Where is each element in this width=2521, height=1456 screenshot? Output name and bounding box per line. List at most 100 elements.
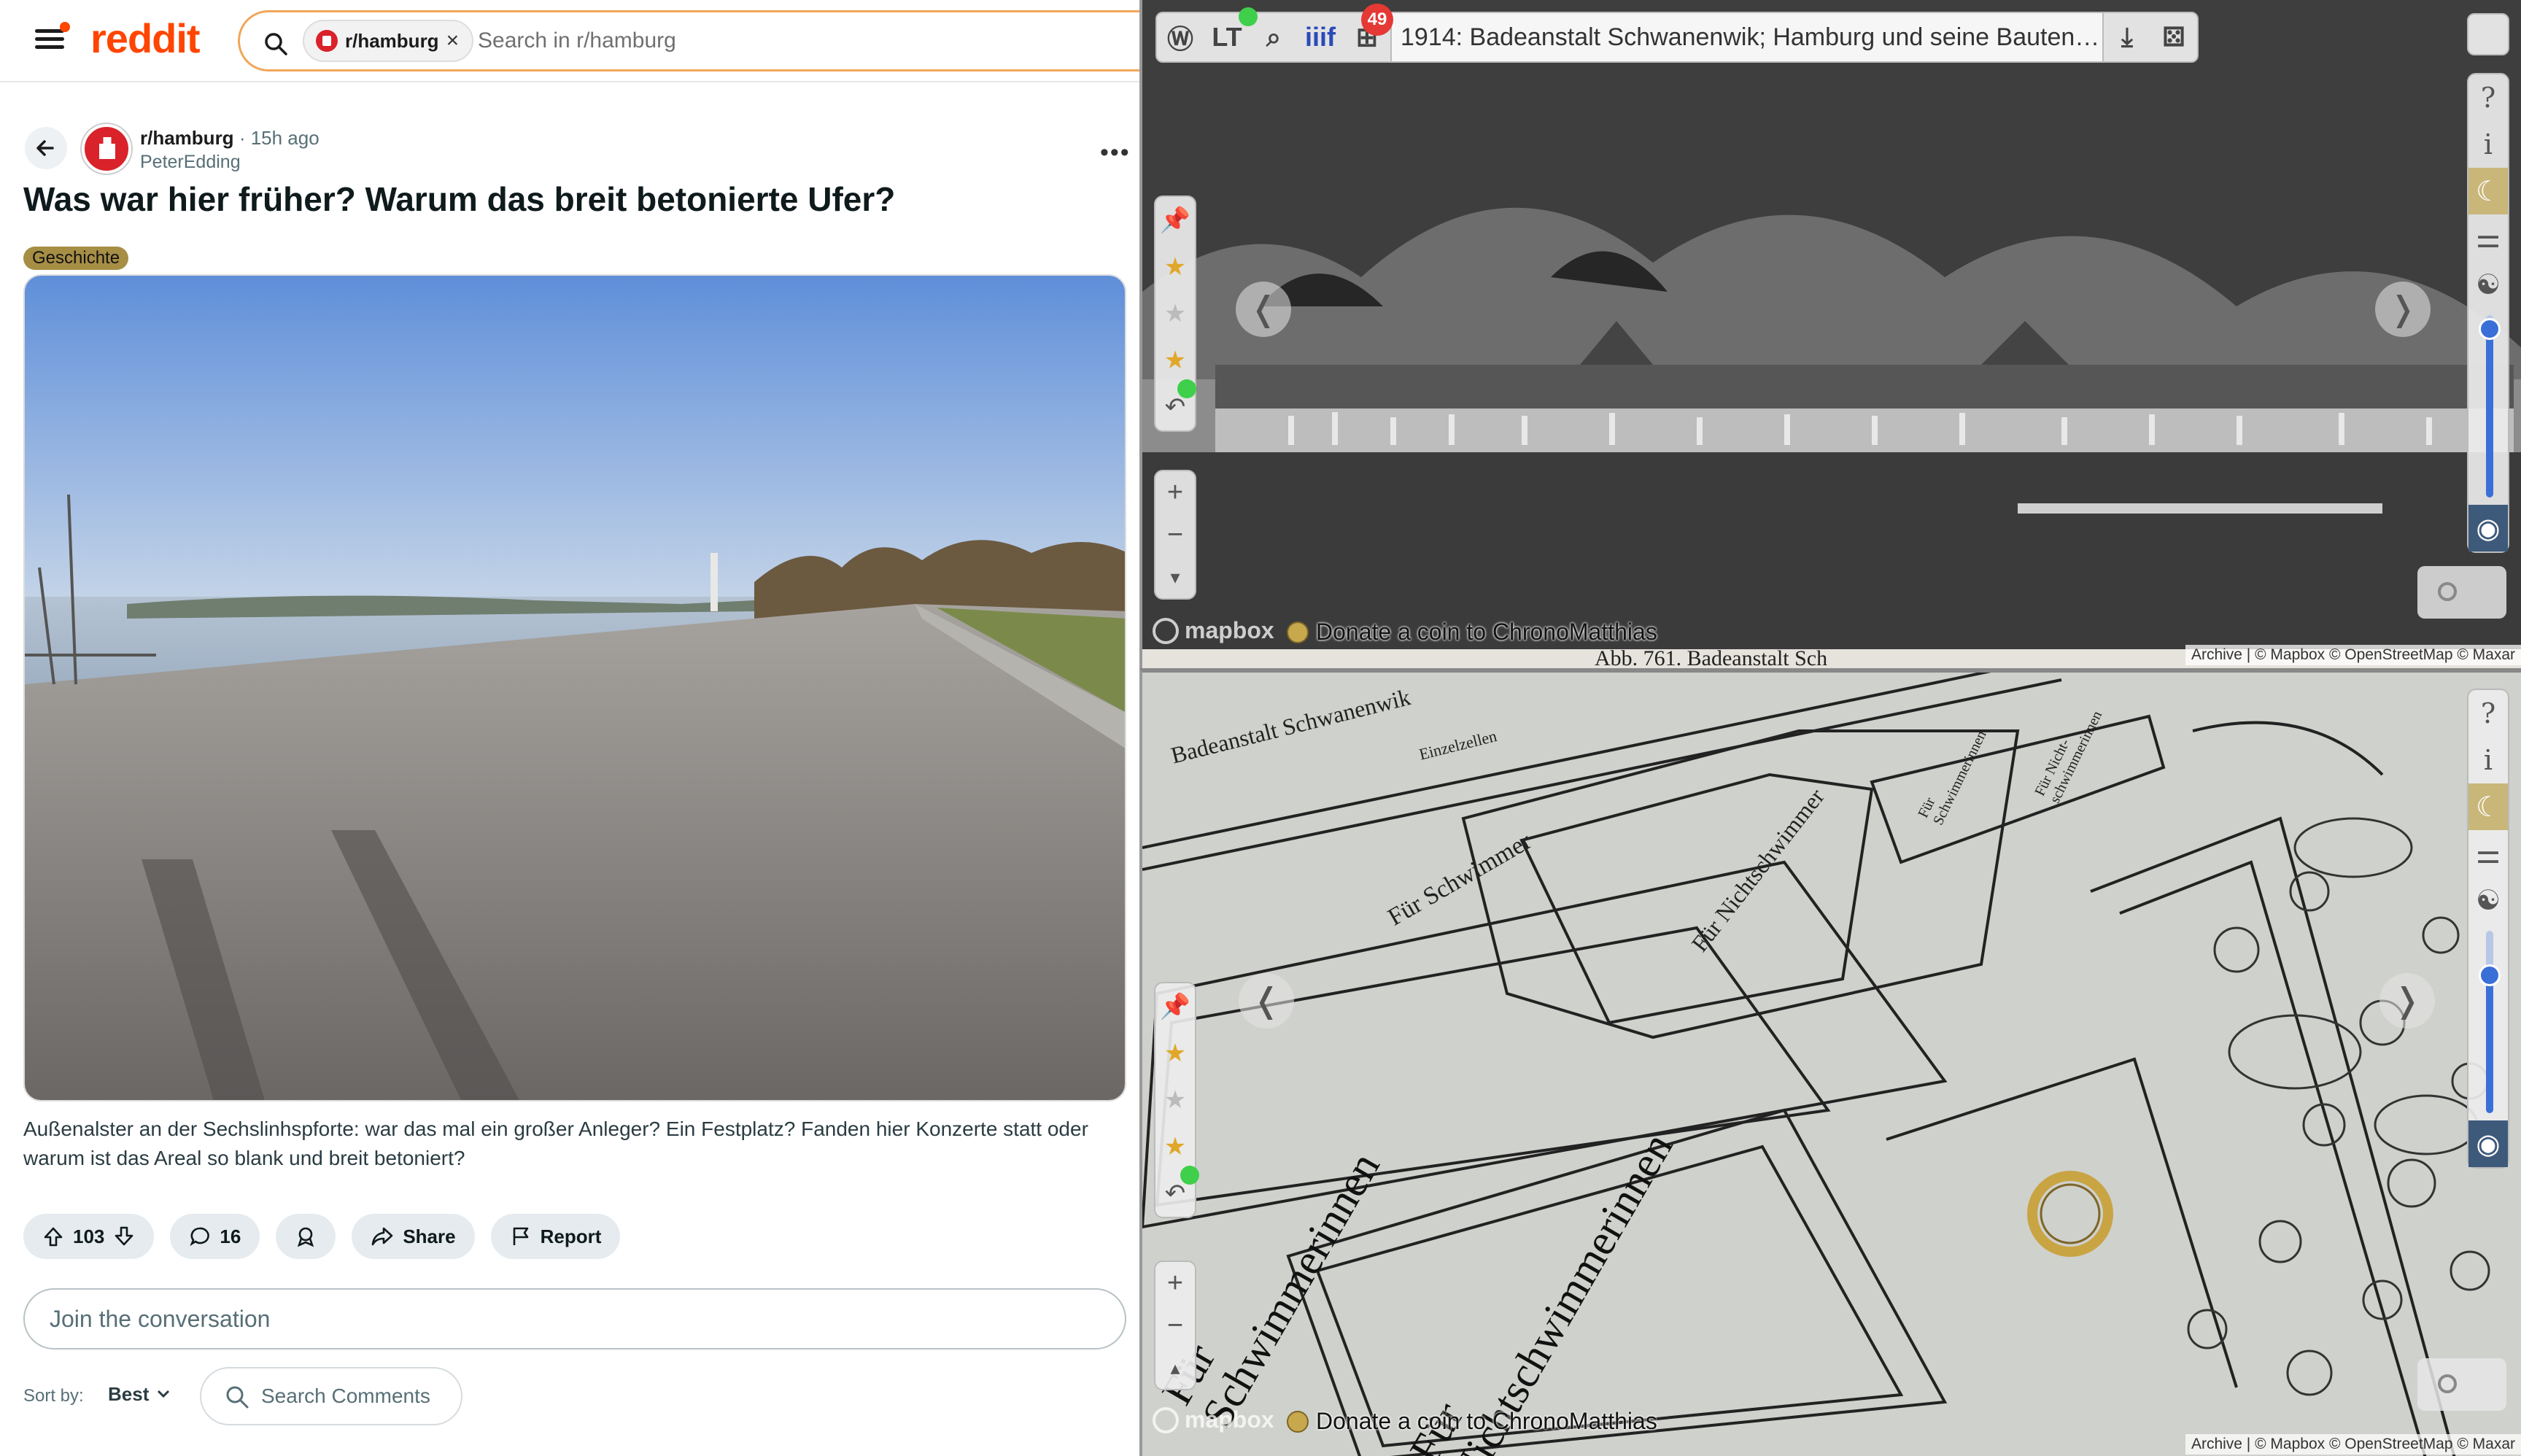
search-image-icon[interactable]: ⌕ [1250, 14, 1297, 61]
image-title[interactable]: 1914: Badeanstalt Schwanenwik; Hamburg u… [1390, 13, 2104, 61]
post-author[interactable]: PeterEdding [140, 152, 241, 173]
zoom-in-icon[interactable]: + [1155, 471, 1195, 514]
help-icon[interactable]: ? [2468, 690, 2508, 737]
right-toolbar: ? i ☾ ⚌ ☯ ◉ [2467, 73, 2509, 553]
star-icon[interactable]: ★ [1155, 1030, 1195, 1077]
compass-icon[interactable]: ▴ [1155, 1347, 1195, 1389]
moon-icon[interactable]: ☾ [2468, 168, 2508, 214]
iiif-icon[interactable]: iiif [1297, 14, 1344, 61]
photo-caption: Abb. 761. Badeanstalt Sch [1595, 646, 1828, 668]
report-button[interactable]: Report [490, 1214, 621, 1259]
share-icon [372, 1227, 393, 1246]
viewer-search-icon[interactable] [2417, 1358, 2506, 1411]
historical-photo-viewer[interactable]: Abb. 761. Badeanstalt Sch Ⓦ LT ⌕ iiif ⊞ 4… [1139, 0, 2521, 668]
zoom-in-icon[interactable]: + [1155, 1262, 1195, 1304]
post-time: · 15h ago [239, 127, 320, 149]
post-actions: 103 16 Share Report [23, 1214, 621, 1259]
sort-label: Sort by: [23, 1386, 84, 1406]
contrast-icon[interactable]: ☯ [2468, 261, 2508, 308]
search-comments-label: Search Comments [261, 1385, 430, 1407]
opacity-slider[interactable] [2468, 308, 2508, 505]
share-label: Share [403, 1225, 456, 1247]
contrast-icon[interactable]: ☯ [2468, 877, 2508, 923]
post-flair[interactable]: Geschichte [23, 247, 129, 270]
star-outline-icon[interactable]: ★ [1155, 1077, 1195, 1123]
opacity-slider[interactable] [2468, 923, 2508, 1120]
star-filled-icon[interactable]: ★ [1155, 1123, 1195, 1170]
upvote-icon[interactable] [42, 1225, 64, 1247]
zoom-out-icon[interactable]: − [1155, 1304, 1195, 1347]
sliders-icon[interactable]: ⚌ [2468, 214, 2508, 261]
sliders-icon[interactable]: ⚌ [2468, 830, 2508, 877]
award-icon [298, 1227, 314, 1247]
star-icon[interactable]: ★ [1155, 244, 1195, 290]
attribution[interactable]: Archive | © Mapbox © OpenStreetMap © Max… [2185, 1434, 2521, 1455]
coin-icon [1287, 621, 1309, 643]
star-filled-icon[interactable]: ★ [1155, 337, 1195, 384]
pin-icon[interactable]: 📌 [1155, 983, 1195, 1030]
search-bar[interactable]: r/hamburg × Search in r/hamburg [238, 10, 1139, 71]
search-input[interactable]: Search in r/hamburg [478, 28, 676, 53]
prev-image-button[interactable]: ❬ [1236, 282, 1291, 337]
award-button[interactable] [276, 1214, 336, 1259]
zoom-controls: + − ▴ [1154, 1261, 1196, 1390]
historical-plan [1142, 673, 2521, 1456]
moon-icon[interactable]: ☾ [2468, 783, 2508, 830]
donate-link[interactable]: Donate a coin to ChronoMatthias [1287, 1408, 1657, 1435]
attribution[interactable]: Archive | © Mapbox © OpenStreetMap © Max… [2185, 645, 2521, 665]
grid-icon[interactable]: ⊞ 49 [1344, 4, 1393, 61]
pin-icon[interactable]: 📌 [1155, 197, 1195, 244]
share-button[interactable]: Share [352, 1214, 475, 1259]
comments-button[interactable]: 16 [170, 1214, 260, 1259]
live-dot [1180, 1166, 1199, 1185]
dice-icon[interactable]: ⚄ [2150, 14, 2197, 61]
fullscreen-icon[interactable] [2467, 13, 2509, 55]
subreddit-filter-chip[interactable]: r/hamburg × [303, 20, 474, 62]
next-image-button[interactable]: ❭ [2375, 282, 2431, 337]
zoom-out-icon[interactable]: − [1155, 514, 1195, 556]
viewer-search-icon[interactable] [2417, 566, 2506, 619]
sort-dropdown[interactable]: Best [108, 1383, 172, 1406]
chip-label: r/hamburg [345, 29, 439, 52]
sort-value: Best [108, 1383, 150, 1405]
search-icon [265, 33, 287, 55]
compass-icon[interactable]: ▾ [1155, 556, 1195, 598]
back-button[interactable] [25, 127, 67, 169]
historical-map-viewer[interactable]: Badeanstalt Schwanenwik Einzelzellen Für… [1139, 668, 2521, 1456]
info-icon[interactable]: i [2468, 121, 2508, 168]
chip-close-icon[interactable]: × [446, 28, 460, 53]
download-icon[interactable]: ⤓ [2104, 14, 2150, 61]
comment-input[interactable]: Join the conversation [23, 1288, 1126, 1349]
wikipedia-icon[interactable]: Ⓦ [1157, 14, 1204, 61]
reddit-header: reddit r/hamburg × Search in r/hamburg [0, 0, 1139, 82]
star-outline-icon[interactable]: ★ [1155, 290, 1195, 337]
right-toolbar: ? i ☾ ⚌ ☯ ◉ [2467, 689, 2509, 1169]
post-title: Was war hier früher? Warum das breit bet… [23, 180, 896, 218]
flag-icon [513, 1227, 528, 1245]
eye-icon[interactable]: ◉ [2468, 505, 2508, 551]
arrow-left-icon [36, 140, 54, 156]
post-body: Außenalster an der Sechslinhspforte: war… [23, 1118, 1088, 1169]
downvote-icon[interactable] [113, 1225, 135, 1247]
viewer-toolbar: Ⓦ LT ⌕ iiif ⊞ 49 1914: Badeanstalt Schwan… [1155, 4, 2199, 63]
comment-count: 16 [220, 1225, 241, 1247]
eye-icon[interactable]: ◉ [2468, 1120, 2508, 1167]
more-options-icon[interactable]: ••• [1100, 139, 1131, 167]
subreddit-avatar[interactable] [82, 124, 131, 174]
info-icon[interactable]: i [2468, 737, 2508, 783]
post-image[interactable] [23, 274, 1126, 1101]
subreddit-avatar-icon [316, 30, 338, 52]
mapbox-logo: mapbox [1153, 617, 1274, 644]
coin-icon [1287, 1410, 1309, 1433]
vote-count: 103 [73, 1225, 105, 1247]
reddit-logo[interactable]: reddit [90, 15, 201, 62]
prev-image-button[interactable]: ❬ [1239, 973, 1294, 1029]
subreddit-link[interactable]: r/hamburg [140, 127, 234, 149]
help-icon[interactable]: ? [2468, 74, 2508, 121]
donate-link[interactable]: Donate a coin to ChronoMatthias [1287, 619, 1657, 646]
search-icon [226, 1386, 249, 1409]
next-image-button[interactable]: ❭ [2379, 973, 2435, 1029]
reddit-pane: reddit r/hamburg × Search in r/hamburg r… [0, 0, 1139, 1456]
search-comments-button[interactable]: Search Comments [200, 1367, 462, 1425]
post-meta: r/hamburg · 15h ago [140, 127, 320, 150]
